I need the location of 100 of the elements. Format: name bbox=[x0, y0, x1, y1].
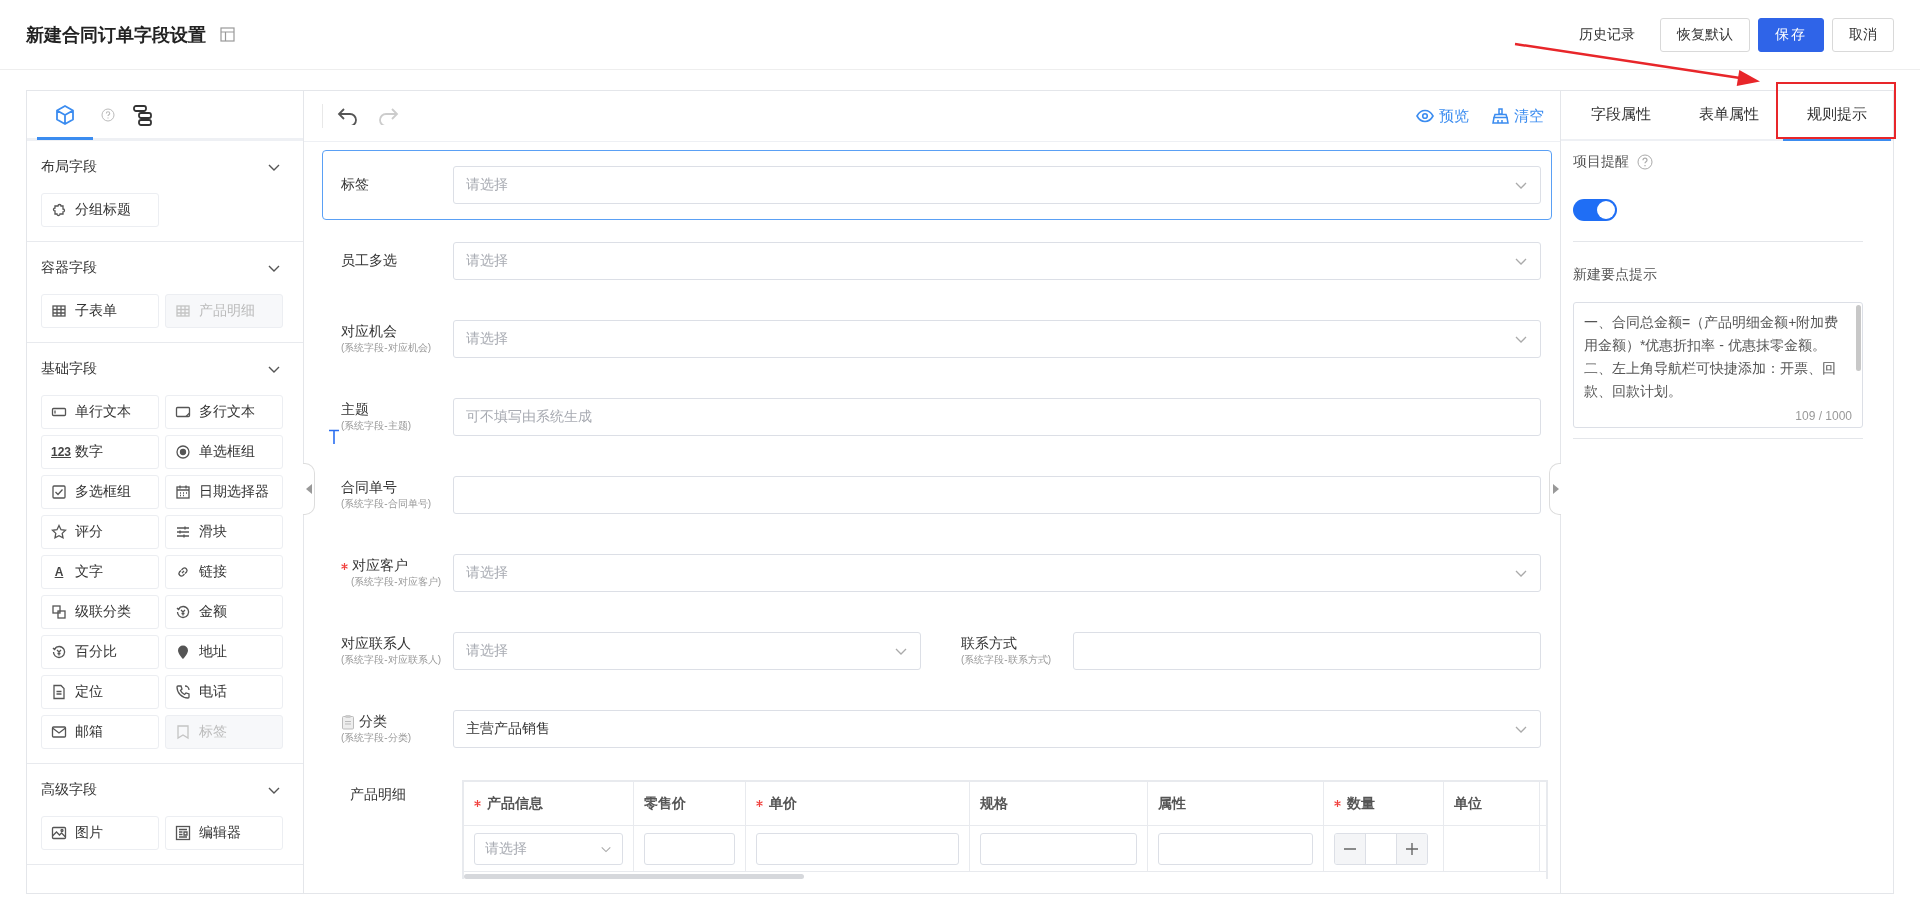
layout-icon[interactable] bbox=[220, 27, 235, 42]
field-row[interactable]: 对应联系人 (系统字段-对应联系人) 请选择 联系方式 (系统字段-联系方式) bbox=[322, 612, 1552, 690]
field-type-item[interactable]: A 文字 bbox=[41, 555, 159, 589]
input-field[interactable] bbox=[453, 476, 1541, 514]
plus-icon[interactable] bbox=[1397, 833, 1427, 864]
field-label: 对应机会 bbox=[341, 323, 397, 341]
field-label: 对应联系人 bbox=[341, 635, 411, 653]
field-row[interactable]: 员工多选 请选择 bbox=[322, 222, 1552, 300]
image-icon bbox=[51, 825, 67, 841]
collapse-handle[interactable] bbox=[1549, 463, 1561, 515]
page-title: 新建合同订单字段设置 bbox=[26, 23, 206, 47]
required-icon bbox=[1334, 800, 1341, 807]
tag-icon bbox=[175, 724, 191, 740]
column-header: 零售价 bbox=[644, 794, 686, 813]
field-row[interactable]: 分类 (系统字段-分类) 主营产品销售 bbox=[322, 690, 1552, 768]
calendar-icon bbox=[175, 484, 191, 500]
selected-field-row[interactable]: 标签 请选择 bbox=[322, 150, 1552, 220]
puzzle-icon bbox=[51, 202, 67, 218]
column-header: 单价 bbox=[769, 794, 797, 813]
field-type-item[interactable]: 图片 bbox=[41, 816, 159, 850]
help-icon[interactable] bbox=[101, 107, 115, 122]
field-label: 分类 bbox=[359, 713, 387, 731]
glyph-icon: A bbox=[51, 565, 67, 579]
column-header: 属性 bbox=[1158, 794, 1186, 813]
field-type-item[interactable]: 金额 bbox=[165, 595, 283, 629]
table-icon bbox=[51, 303, 67, 319]
panel-tab[interactable]: 字段属性 bbox=[1567, 91, 1675, 141]
tips-textarea[interactable]: 一、合同总金额=（产品明细金额+附加费用金额）*优惠折扣率 - 优惠抹零金额。 二、左上角导航栏可快捷添加：开票、回款、回款计划。 109 / 1000 bbox=[1573, 302, 1863, 428]
field-type-item[interactable]: 编辑器 bbox=[165, 816, 283, 850]
setting-label: 项目提醒 bbox=[1573, 153, 1629, 171]
minus-icon[interactable] bbox=[1335, 833, 1365, 864]
header-button[interactable]: 取消 bbox=[1832, 17, 1894, 52]
field-type-item[interactable]: 链接 bbox=[165, 555, 283, 589]
collapse-handle[interactable] bbox=[303, 463, 315, 515]
field-sublabel: (系统字段-对应机会) bbox=[341, 341, 432, 355]
field-type-item[interactable]: 单选框组 bbox=[165, 435, 283, 469]
field-row[interactable]: 对应机会 (系统字段-对应机会) 请选择 bbox=[322, 300, 1552, 378]
input-field[interactable] bbox=[1158, 832, 1313, 865]
field-type-item[interactable]: 级联分类 bbox=[41, 595, 159, 629]
field-type-item[interactable]: 多行文本 bbox=[165, 395, 283, 429]
help-icon[interactable] bbox=[1637, 154, 1653, 170]
field-type-item[interactable]: 日期选择器 bbox=[165, 475, 283, 509]
field-row[interactable]: 对应客户 (系统字段-对应客户) 请选择 bbox=[322, 534, 1552, 612]
column-header: 数量 bbox=[1347, 794, 1375, 813]
panel-tab[interactable]: 规则提示 bbox=[1783, 91, 1891, 141]
field-sublabel: (系统字段-对应联系人) bbox=[341, 653, 442, 667]
clear-button[interactable]: 清空 bbox=[1491, 106, 1544, 126]
field-type-item[interactable]: 滑块 bbox=[165, 515, 283, 549]
field-type-item[interactable]: 分组标题 bbox=[41, 193, 159, 227]
field-label: 主题 bbox=[341, 401, 369, 419]
save-button[interactable]: 保存 bbox=[1758, 17, 1824, 52]
input-field[interactable] bbox=[644, 832, 735, 865]
field-type-item[interactable]: 单行文本 bbox=[41, 395, 159, 429]
setting-label: 新建要点提示 bbox=[1573, 266, 1658, 284]
field-row[interactable]: 主题 (系统字段-主题) 可不填写由系统生成 bbox=[322, 378, 1552, 456]
clipboard-icon bbox=[341, 714, 355, 730]
field-row[interactable]: 合同单号 (系统字段-合同单号) bbox=[322, 456, 1552, 534]
section-title: 基础字段 bbox=[41, 360, 97, 378]
mail-icon bbox=[51, 724, 67, 740]
field-type-item[interactable]: 邮箱 bbox=[41, 715, 159, 749]
stacked-bars-icon bbox=[131, 103, 155, 126]
field-type-item[interactable]: 123 数字 bbox=[41, 435, 159, 469]
field-label: 对应客户 bbox=[352, 557, 408, 575]
field-type-item[interactable]: 子表单 bbox=[41, 294, 159, 328]
undo-icon[interactable] bbox=[337, 107, 359, 125]
eye-icon bbox=[1416, 109, 1434, 123]
column-header: 规格 bbox=[980, 794, 1008, 813]
field-type-item[interactable]: 百分比 bbox=[41, 635, 159, 669]
triangle-left-icon bbox=[305, 484, 312, 494]
section-title: 布局字段 bbox=[41, 158, 97, 176]
field-label: 合同单号 bbox=[341, 479, 397, 497]
required-icon bbox=[341, 562, 348, 570]
field-type-item[interactable]: 地址 bbox=[165, 635, 283, 669]
cube-icon bbox=[54, 103, 76, 126]
input-field[interactable] bbox=[980, 832, 1137, 865]
text-cursor-icon bbox=[328, 429, 340, 445]
panel-tab[interactable]: 表单属性 bbox=[1675, 91, 1783, 141]
toggle-switch[interactable] bbox=[1573, 199, 1617, 221]
select-field[interactable]: 主营产品销售 bbox=[453, 710, 1541, 748]
field-type-item[interactable]: 定位 bbox=[41, 675, 159, 709]
input-field[interactable] bbox=[756, 832, 959, 865]
field-type-item[interactable]: 多选框组 bbox=[41, 475, 159, 509]
triangle-right-icon bbox=[1552, 484, 1559, 494]
column-header: 单位 bbox=[1454, 794, 1482, 813]
field-label: 联系方式 bbox=[961, 635, 1017, 653]
field-sublabel: (系统字段-合同单号) bbox=[341, 497, 432, 511]
scrollbar[interactable] bbox=[464, 874, 804, 879]
field-sublabel: (系统字段-对应客户) bbox=[350, 575, 442, 589]
field-sublabel: (系统字段-联系方式) bbox=[961, 653, 1052, 667]
field-type-item[interactable]: 电话 bbox=[165, 675, 283, 709]
field-type-item[interactable]: 评分 bbox=[41, 515, 159, 549]
link-icon bbox=[175, 564, 191, 580]
brush-icon bbox=[1491, 108, 1509, 124]
preview-button[interactable]: 预览 bbox=[1416, 106, 1469, 126]
header-button[interactable]: 恢复默认 bbox=[1660, 17, 1750, 52]
input-field[interactable] bbox=[1073, 632, 1541, 670]
cascade-icon bbox=[51, 604, 67, 620]
section-title: 容器字段 bbox=[41, 259, 97, 277]
money-icon bbox=[51, 644, 67, 660]
field-label: 标签 bbox=[341, 176, 369, 194]
